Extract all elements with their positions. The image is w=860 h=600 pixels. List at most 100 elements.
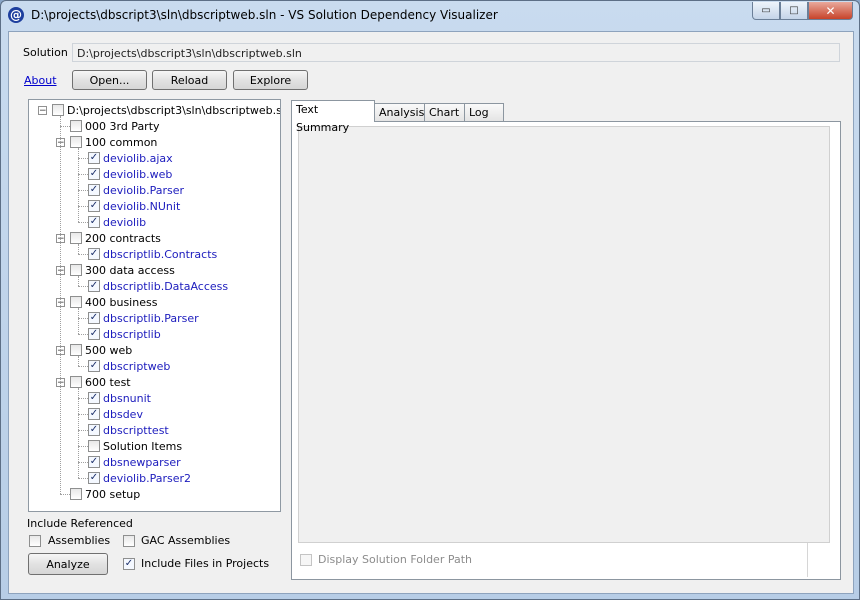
tree-project-node[interactable]: ✓ dbscriptweb xyxy=(88,358,170,374)
tree-checkbox[interactable] xyxy=(70,488,82,500)
tree-checkbox[interactable]: ✓ xyxy=(88,456,100,468)
assemblies-checkbox[interactable] xyxy=(29,534,41,547)
tree-folder-node[interactable]: 300 data access xyxy=(70,262,175,278)
tree-project-node[interactable]: ✓ deviolib.Parser2 xyxy=(88,470,191,486)
tree-node-label: deviolib.Parser xyxy=(103,183,185,197)
tree-checkbox[interactable] xyxy=(70,136,82,148)
tree-node-label: 000 3rd Party xyxy=(85,119,160,133)
tab-analysis[interactable]: Analysis xyxy=(374,103,425,121)
tree-checkbox[interactable] xyxy=(70,264,82,276)
tree-project-node[interactable]: ✓ deviolib xyxy=(88,214,146,230)
tree-connector-line xyxy=(60,126,70,127)
tree-node-label: 300 data access xyxy=(85,263,175,277)
display-folder-path-checkbox[interactable] xyxy=(300,553,312,566)
tree-checkbox[interactable] xyxy=(52,104,64,116)
tree-node-label: 700 setup xyxy=(85,487,141,501)
tree-node-label: 200 contracts xyxy=(85,231,161,245)
tree-checkbox[interactable]: ✓ xyxy=(88,360,100,372)
open-button[interactable]: Open... xyxy=(72,70,147,90)
tree-node-label: Solution Items xyxy=(103,439,183,453)
tree-checkbox[interactable]: ✓ xyxy=(88,216,100,228)
tree-root-node[interactable]: D:\projects\dbscript3\sln\dbscriptweb.sl… xyxy=(52,102,281,118)
tree-project-node[interactable]: ✓ dbscriptlib.DataAccess xyxy=(88,278,228,294)
include-files-checkbox[interactable]: ✓ xyxy=(123,557,135,570)
tree-node-label: dbscriptlib.DataAccess xyxy=(103,279,229,293)
tree-project-node[interactable]: ✓ dbscriptlib.Contracts xyxy=(88,246,217,262)
tree-project-node[interactable]: ✓ dbsnewparser xyxy=(88,454,181,470)
tree-checkbox[interactable] xyxy=(70,120,82,132)
tab-log[interactable]: Log xyxy=(464,103,504,121)
include-files-label: Include Files in Projects xyxy=(141,557,270,570)
include-files-row[interactable]: ✓ Include Files in Projects xyxy=(123,557,269,570)
tree-checkbox[interactable]: ✓ xyxy=(88,184,100,196)
solution-path-field[interactable]: D:\projects\dbscript3\sln\dbscriptweb.sl… xyxy=(72,43,840,62)
close-button[interactable]: ✕ xyxy=(808,2,853,20)
tree-node-label: deviolib.ajax xyxy=(103,151,173,165)
tree-connector-line xyxy=(60,494,70,495)
maximize-button[interactable]: □ xyxy=(780,2,808,20)
tree-project-node[interactable]: ✓ deviolib.Parser xyxy=(88,182,184,198)
tree-checkbox[interactable]: ✓ xyxy=(88,312,100,324)
tree-checkbox[interactable]: ✓ xyxy=(88,472,100,484)
tree-checkbox[interactable] xyxy=(70,296,82,308)
tree-checkbox[interactable]: ✓ xyxy=(88,328,100,340)
tree-project-node[interactable]: ✓ deviolib.web xyxy=(88,166,172,182)
about-link[interactable]: About xyxy=(24,74,57,87)
tree-checkbox[interactable]: ✓ xyxy=(88,200,100,212)
tree-folder-node[interactable]: 000 3rd Party xyxy=(70,118,160,134)
tree-checkbox[interactable] xyxy=(88,440,100,452)
tree-project-node[interactable]: ✓ dbscriptlib xyxy=(88,326,161,342)
tree-connector-line xyxy=(78,308,79,334)
collapse-toggle-icon[interactable]: − xyxy=(38,106,47,116)
tree-connector-line xyxy=(78,356,79,366)
tree-project-node[interactable]: ✓ dbsnunit xyxy=(88,390,151,406)
tree-node-label: dbscriptweb xyxy=(103,359,171,373)
tree-folder-node[interactable]: 700 setup xyxy=(70,486,140,502)
tree-folder-node[interactable]: 100 common xyxy=(70,134,157,150)
tree-node-label: D:\projects\dbscript3\sln\dbscriptweb.sl… xyxy=(67,103,281,117)
gac-assemblies-label: GAC Assemblies xyxy=(141,534,231,547)
tree-connector-line xyxy=(78,398,88,399)
minimize-button[interactable]: ▭ xyxy=(752,2,780,20)
title-bar[interactable]: @ D:\projects\dbscript3\sln\dbscriptweb.… xyxy=(1,1,859,31)
tree-connector-line xyxy=(78,478,88,479)
tree-node-label: deviolib.NUnit xyxy=(103,199,181,213)
tree-checkbox[interactable]: ✓ xyxy=(88,424,100,436)
tree-project-node[interactable]: ✓ deviolib.ajax xyxy=(88,150,173,166)
tree-folder-node[interactable]: 400 business xyxy=(70,294,157,310)
reload-button[interactable]: Reload xyxy=(152,70,227,90)
gac-checkbox-row[interactable]: GAC Assemblies xyxy=(123,534,230,547)
tree-checkbox[interactable] xyxy=(70,344,82,356)
tree-checkbox[interactable]: ✓ xyxy=(88,248,100,260)
tree-project-node[interactable]: ✓ deviolib.NUnit xyxy=(88,198,180,214)
tree-folder-node[interactable]: 500 web xyxy=(70,342,132,358)
tree-checkbox[interactable] xyxy=(70,232,82,244)
tree-project-node[interactable]: ✓ dbscriptlib.Parser xyxy=(88,310,199,326)
tree-checkbox[interactable]: ✓ xyxy=(88,168,100,180)
tree-project-node[interactable]: ✓ dbscripttest xyxy=(88,422,169,438)
tree-checkbox[interactable]: ✓ xyxy=(88,280,100,292)
tree-checkbox[interactable]: ✓ xyxy=(88,392,100,404)
tree-checkbox[interactable]: ✓ xyxy=(88,152,100,164)
tree-connector-line xyxy=(78,414,88,415)
tree-node-label: 400 business xyxy=(85,295,158,309)
panel-separator xyxy=(807,543,808,577)
solution-tree[interactable]: − D:\projects\dbscript3\sln\dbscriptweb.s… xyxy=(28,99,281,512)
analyze-button[interactable]: Analyze xyxy=(28,553,108,575)
summary-text-area[interactable] xyxy=(298,126,830,543)
tree-connector-line xyxy=(78,174,88,175)
tree-folder-node[interactable]: 600 test xyxy=(70,374,131,390)
tree-project-node[interactable]: ✓ dbsdev xyxy=(88,406,143,422)
tab-chart[interactable]: Chart xyxy=(424,103,465,121)
tree-connector-line xyxy=(78,158,88,159)
tree-checkbox[interactable]: ✓ xyxy=(88,408,100,420)
tree-node-label: 500 web xyxy=(85,343,133,357)
tree-project-node[interactable]: Solution Items xyxy=(88,438,182,454)
display-folder-path-row[interactable]: Display Solution Folder Path xyxy=(300,553,472,566)
tab-text-summary[interactable]: Text Summary xyxy=(291,100,375,134)
tree-checkbox[interactable] xyxy=(70,376,82,388)
assemblies-checkbox-row[interactable]: Assemblies xyxy=(29,534,110,547)
gac-assemblies-checkbox[interactable] xyxy=(123,534,135,547)
explore-button[interactable]: Explore xyxy=(233,70,308,90)
tree-folder-node[interactable]: 200 contracts xyxy=(70,230,161,246)
